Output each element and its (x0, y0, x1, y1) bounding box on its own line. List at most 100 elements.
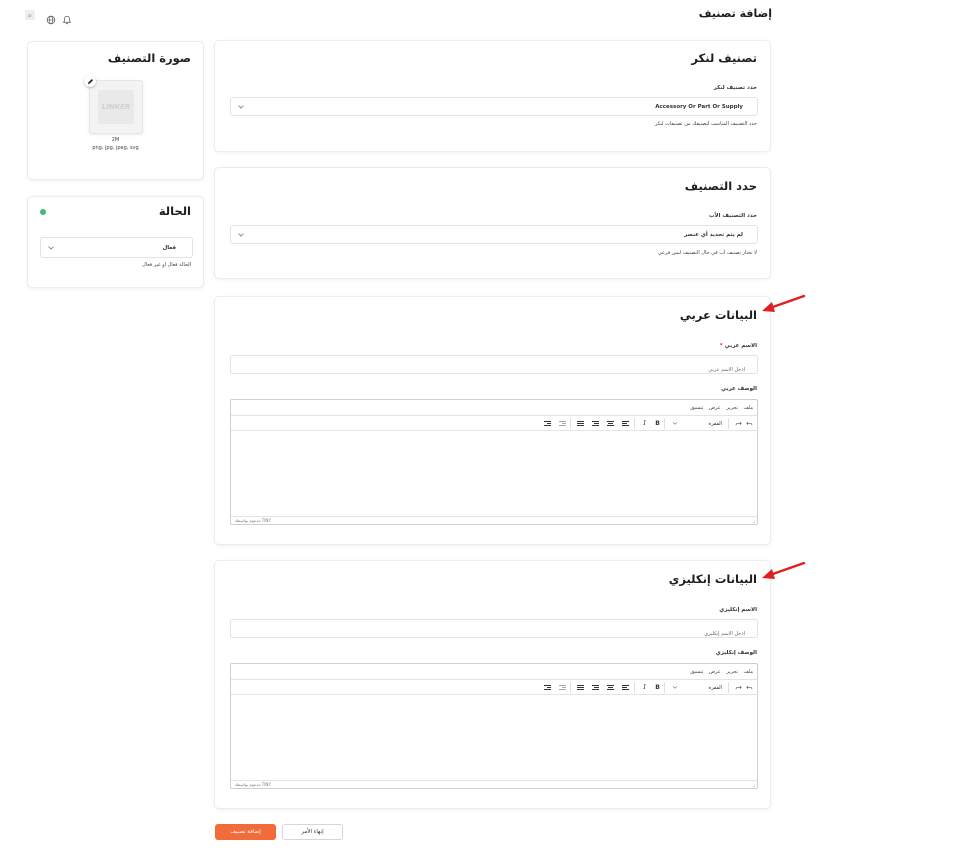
editor-statusbar: مدعوم بواسطة TINY ⌟ (231, 516, 757, 524)
parent-category-value: لم يتم تحديد أي عنصر (684, 231, 743, 238)
align-left-icon[interactable] (620, 418, 631, 429)
add-category-button[interactable]: إضافة تصنيف (215, 824, 276, 840)
edit-image-button[interactable] (84, 75, 96, 87)
align-justify-icon[interactable] (575, 418, 586, 429)
english-desc-editor[interactable]: ملف تحرير عرض تنسيق الفقرة B I مدعوم بوا… (230, 663, 758, 789)
image-formats: png, jpg, jpeg, svg (92, 145, 139, 151)
status-card-title: الحالة (158, 204, 191, 218)
linker-category-value: Accessory Or Part Or Supply (655, 103, 743, 110)
menu-file[interactable]: ملف (743, 669, 753, 675)
block-format-select[interactable]: الفقرة (669, 682, 725, 693)
block-format-value: الفقرة (708, 684, 722, 691)
editor-toolbar: الفقرة B I (231, 680, 757, 695)
editor-powered-by: مدعوم بواسطة TINY (235, 782, 271, 787)
bell-icon[interactable] (62, 10, 72, 25)
outdent-icon[interactable] (557, 682, 568, 693)
indent-icon[interactable] (542, 418, 553, 429)
bold-button[interactable]: B (652, 682, 663, 693)
undo-icon[interactable] (744, 418, 754, 429)
linker-category-hint: حدد التصنيف المناسب لتصنيفك من تصنيفات ل… (654, 121, 757, 127)
block-format-value: الفقرة (708, 420, 722, 427)
parent-category-hint: لا تختار تصنيف أب في حال التصنيف ليس فرع… (657, 250, 757, 256)
arabic-name-input[interactable] (231, 361, 757, 379)
english-name-label: الاسم إنكليزي (719, 607, 757, 613)
menu-edit[interactable]: تحرير (726, 669, 738, 675)
undo-icon[interactable] (744, 682, 754, 693)
indent-icon[interactable] (542, 682, 553, 693)
editor-content-area[interactable] (231, 695, 757, 780)
italic-button[interactable]: I (639, 682, 650, 693)
menu-view[interactable]: عرض (709, 405, 721, 411)
toolbar-separator (570, 418, 571, 429)
italic-button[interactable]: I (639, 418, 650, 429)
english-desc-label: الوصف إنكليزي (715, 650, 757, 656)
editor-statusbar: مدعوم بواسطة TINY ⌟ (231, 780, 757, 788)
menu-format[interactable]: تنسيق (690, 669, 703, 675)
language-badge-label: ar (27, 12, 33, 18)
english-name-field[interactable] (230, 619, 758, 643)
arabic-name-field[interactable] (230, 355, 758, 379)
status-select-value: فعال (162, 244, 176, 251)
linker-category-label: حدد تصنيف لنكر (713, 85, 757, 91)
arabic-desc-editor[interactable]: ملف تحرير عرض تنسيق الفقرة B I مدعوم بوا… (230, 399, 758, 525)
page-title: إضافة تصنيف (698, 7, 772, 20)
annotation-arrow-icon (762, 561, 806, 579)
editor-content-area[interactable] (231, 431, 757, 516)
status-dot (40, 209, 46, 215)
arabic-name-label: الاسم عربي * (720, 343, 757, 349)
align-center-icon[interactable] (605, 418, 616, 429)
chevron-down-icon (48, 245, 54, 250)
english-data-card: البيانات إنكليزي الاسم إنكليزي الوصف إنك… (214, 560, 771, 809)
editor-menubar: ملف تحرير عرض تنسيق (231, 664, 757, 680)
editor-menubar: ملف تحرير عرض تنسيق (231, 400, 757, 416)
redo-icon[interactable] (733, 418, 743, 429)
annotation-arrow-icon (762, 294, 806, 312)
align-justify-icon[interactable] (575, 682, 586, 693)
align-right-icon[interactable] (590, 418, 601, 429)
resize-handle-icon[interactable]: ⌟ (753, 518, 755, 524)
editor-toolbar: الفقرة B I (231, 416, 757, 431)
menu-edit[interactable]: تحرير (726, 405, 738, 411)
arabic-name-label-text: الاسم عربي (724, 343, 757, 349)
english-name-input[interactable] (231, 625, 757, 643)
status-select[interactable]: فعال (40, 237, 193, 258)
toolbar-separator (634, 682, 635, 693)
globe-icon[interactable] (46, 10, 56, 25)
toolbar-separator (570, 682, 571, 693)
pencil-icon (87, 78, 93, 84)
outdent-icon[interactable] (557, 418, 568, 429)
category-card-title: حدد التصنيف (684, 179, 757, 193)
menu-format[interactable]: تنسيق (690, 405, 703, 411)
required-mark: * (719, 343, 723, 349)
chevron-down-icon (672, 422, 678, 425)
status-hint: الحالة فعال او غير فعال (142, 262, 191, 268)
toolbar-separator (634, 418, 635, 429)
linker-category-select[interactable]: Accessory Or Part Or Supply (230, 97, 758, 116)
resize-handle-icon[interactable]: ⌟ (753, 782, 755, 788)
toolbar-separator (728, 682, 729, 693)
english-card-title: البيانات إنكليزي (668, 572, 757, 586)
bold-button[interactable]: B (652, 418, 663, 429)
toolbar-separator (728, 418, 729, 429)
logo-text: LINKER (101, 103, 131, 111)
language-badge[interactable]: ar (25, 10, 35, 20)
linker-card-title: تصنيف لنكر (691, 51, 757, 65)
parent-category-select[interactable]: لم يتم تحديد أي عنصر (230, 225, 758, 244)
arabic-desc-label: الوصف عربي (721, 386, 757, 392)
parent-category-card: حدد التصنيف حدد التصنيف الأب لم يتم تحدي… (214, 167, 771, 279)
image-preview[interactable]: LINKER (89, 80, 143, 134)
align-right-icon[interactable] (590, 682, 601, 693)
menu-file[interactable]: ملف (743, 405, 753, 411)
block-format-select[interactable]: الفقرة (669, 418, 725, 429)
redo-icon[interactable] (733, 682, 743, 693)
align-center-icon[interactable] (605, 682, 616, 693)
arabic-data-card: البيانات عربي الاسم عربي * الوصف عربي مل… (214, 296, 771, 545)
status-card: الحالة فعال الحالة فعال او غير فعال (27, 196, 204, 288)
cancel-button[interactable]: إنهاء الأمر (282, 824, 343, 840)
menu-view[interactable]: عرض (709, 669, 721, 675)
toolbar-separator (664, 682, 665, 693)
editor-powered-by: مدعوم بواسطة TINY (235, 518, 271, 523)
align-left-icon[interactable] (620, 682, 631, 693)
chevron-down-icon (238, 232, 244, 237)
image-card-title: صورة التصنيف (107, 51, 191, 65)
